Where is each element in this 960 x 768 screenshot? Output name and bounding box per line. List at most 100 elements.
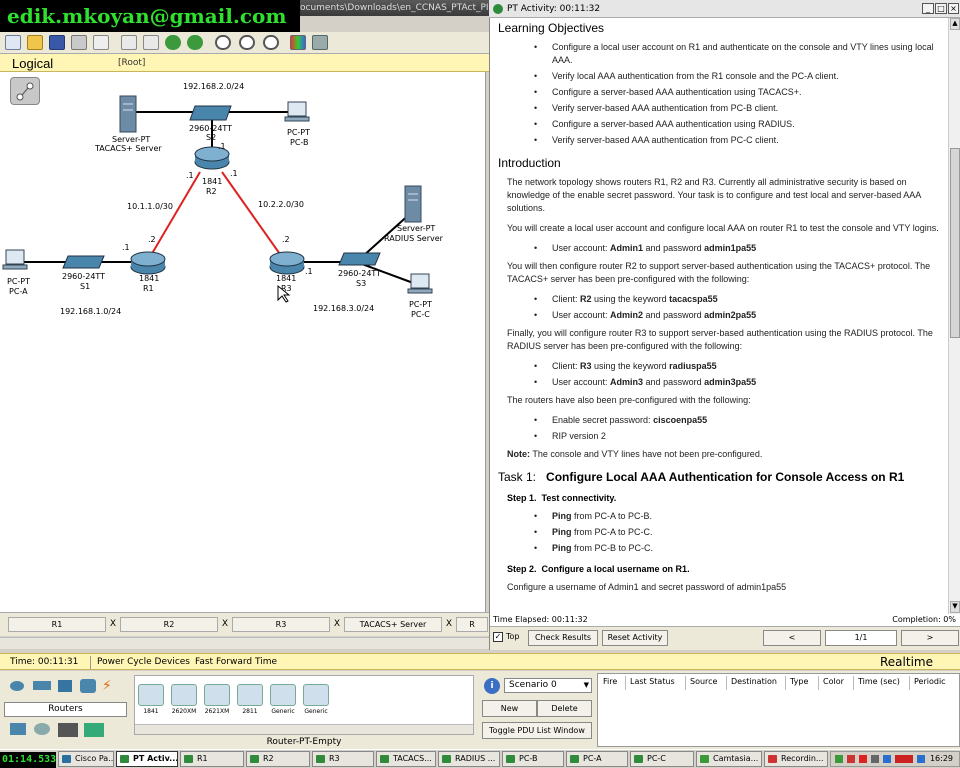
task-r1[interactable]: R1 bbox=[180, 751, 244, 767]
task-pc-c[interactable]: PC-C bbox=[630, 751, 694, 767]
multiuser-icon[interactable] bbox=[84, 723, 104, 737]
minimize-button[interactable]: _ bbox=[922, 3, 934, 14]
switch-s2-icon[interactable] bbox=[189, 105, 232, 121]
device-tab-r1[interactable]: R1 bbox=[8, 617, 106, 632]
fast-forward-button[interactable]: Fast Forward Time bbox=[195, 654, 277, 671]
paste-icon[interactable] bbox=[143, 35, 159, 50]
col-periodic[interactable]: Periodic bbox=[910, 676, 960, 690]
task-radius[interactable]: RADIUS ... bbox=[438, 751, 500, 767]
copy-icon[interactable] bbox=[121, 35, 137, 50]
server-radius-icon[interactable] bbox=[404, 185, 422, 223]
model-list-hscroll[interactable] bbox=[135, 724, 473, 734]
zoom-reset-icon[interactable] bbox=[239, 35, 255, 50]
tray-icon[interactable] bbox=[883, 755, 891, 763]
zoom-out-icon[interactable] bbox=[263, 35, 279, 50]
custom-device-icon[interactable] bbox=[312, 35, 328, 50]
close-button[interactable]: × bbox=[948, 3, 959, 14]
scroll-up-icon[interactable]: ▲ bbox=[950, 18, 960, 30]
switch-s3-icon[interactable] bbox=[338, 252, 381, 266]
model-generic-icon[interactable] bbox=[270, 684, 296, 706]
clock[interactable]: 16:29 bbox=[930, 752, 953, 766]
new-scenario-button[interactable]: New bbox=[482, 700, 537, 717]
model-generic-icon[interactable] bbox=[303, 684, 329, 706]
pc-b-icon[interactable] bbox=[284, 101, 310, 122]
model-2621xm-icon[interactable] bbox=[204, 684, 230, 706]
wireless-category-icon[interactable] bbox=[80, 679, 96, 693]
task-tacacs[interactable]: TACACS... bbox=[376, 751, 436, 767]
print-icon[interactable] bbox=[71, 35, 87, 50]
device-tab-r3[interactable]: R3 bbox=[232, 617, 330, 632]
col-last-status[interactable]: Last Status bbox=[626, 676, 686, 690]
scenario-select[interactable]: Scenario 0 ▼ bbox=[504, 678, 592, 693]
logical-mode-label[interactable]: Logical bbox=[12, 56, 53, 71]
task-camtasia[interactable]: Camtasia... bbox=[696, 751, 762, 767]
device-tab-tacacs[interactable]: TACACS+ Server bbox=[344, 617, 442, 632]
tray-icon[interactable] bbox=[835, 755, 843, 763]
zoom-in-icon[interactable] bbox=[215, 35, 231, 50]
wan-emulation-icon[interactable] bbox=[34, 723, 50, 735]
maximize-button[interactable]: □ bbox=[935, 3, 947, 14]
col-type[interactable]: Type bbox=[786, 676, 819, 690]
col-fire[interactable]: Fire bbox=[599, 676, 626, 690]
task-pc-a[interactable]: PC-A bbox=[566, 751, 628, 767]
task-r3[interactable]: R3 bbox=[312, 751, 374, 767]
workspace-hscroll[interactable] bbox=[0, 637, 490, 649]
scroll-down-icon[interactable]: ▼ bbox=[950, 601, 960, 613]
check-results-button[interactable]: Check Results bbox=[528, 630, 598, 646]
realtime-mode[interactable]: Realtime bbox=[880, 654, 933, 671]
scroll-thumb[interactable] bbox=[950, 148, 960, 338]
server-tacacs-icon[interactable] bbox=[119, 95, 137, 133]
model-1841-icon[interactable] bbox=[138, 684, 164, 706]
router-r1-icon[interactable] bbox=[130, 251, 166, 275]
activity-vscroll[interactable]: ▲ ▼ bbox=[948, 18, 960, 614]
open-folder-icon[interactable] bbox=[27, 35, 43, 50]
task-pc-b[interactable]: PC-B bbox=[502, 751, 564, 767]
ati-icon[interactable] bbox=[895, 755, 913, 763]
custom-devices-icon[interactable] bbox=[58, 723, 78, 737]
top-checkbox[interactable]: ✓ bbox=[493, 632, 503, 642]
pc-a-icon[interactable] bbox=[2, 249, 28, 270]
prev-page-button[interactable]: < bbox=[763, 630, 821, 646]
pc-c-icon[interactable] bbox=[407, 273, 433, 294]
save-icon[interactable] bbox=[49, 35, 65, 50]
tray-icon[interactable] bbox=[847, 755, 855, 763]
col-destination[interactable]: Destination bbox=[727, 676, 786, 690]
connections-category-icon[interactable]: ⚡ bbox=[102, 679, 118, 693]
info-icon[interactable]: i bbox=[484, 678, 500, 694]
switches-category-icon[interactable] bbox=[33, 681, 51, 690]
task-pt-activity[interactable]: PT Activ... bbox=[116, 751, 178, 767]
col-source[interactable]: Source bbox=[686, 676, 727, 690]
close-tab-icon[interactable]: X bbox=[219, 617, 231, 632]
device-tab-r[interactable]: R bbox=[456, 617, 488, 632]
next-page-button[interactable]: > bbox=[901, 630, 959, 646]
wizard-icon[interactable] bbox=[93, 35, 109, 50]
tray-icon[interactable] bbox=[859, 755, 867, 763]
device-tab-r2[interactable]: R2 bbox=[120, 617, 218, 632]
undo-icon[interactable] bbox=[165, 35, 181, 50]
task-cisco-pt[interactable]: Cisco Pa... bbox=[58, 751, 114, 767]
task-r2[interactable]: R2 bbox=[246, 751, 310, 767]
routers-category-icon[interactable] bbox=[10, 681, 24, 691]
tray-icon[interactable] bbox=[871, 755, 879, 763]
model-2620xm-icon[interactable] bbox=[171, 684, 197, 706]
root-label[interactable]: [Root] bbox=[118, 58, 145, 68]
switch-s1-icon[interactable] bbox=[62, 255, 105, 269]
toggle-pdu-list-button[interactable]: Toggle PDU List Window bbox=[482, 722, 592, 739]
page-indicator[interactable]: 1/1 bbox=[825, 630, 897, 646]
close-tab-icon[interactable]: X bbox=[331, 617, 343, 632]
task-recording[interactable]: Recordin... bbox=[764, 751, 828, 767]
close-tab-icon[interactable]: X bbox=[443, 617, 455, 632]
redo-icon[interactable] bbox=[187, 35, 203, 50]
col-time[interactable]: Time (sec) bbox=[854, 676, 910, 690]
reset-activity-button[interactable]: Reset Activity bbox=[602, 630, 668, 646]
tray-icon[interactable] bbox=[917, 755, 925, 763]
new-file-icon[interactable] bbox=[5, 35, 21, 50]
model-2811-icon[interactable] bbox=[237, 684, 263, 706]
power-cycle-button[interactable]: Power Cycle Devices bbox=[97, 654, 190, 671]
hubs-category-icon[interactable] bbox=[58, 680, 72, 692]
router-r3-icon[interactable] bbox=[269, 251, 305, 275]
close-tab-icon[interactable]: X bbox=[107, 617, 119, 632]
col-color[interactable]: Color bbox=[819, 676, 854, 690]
palette-icon[interactable] bbox=[290, 35, 306, 50]
end-devices-icon[interactable] bbox=[10, 723, 26, 735]
